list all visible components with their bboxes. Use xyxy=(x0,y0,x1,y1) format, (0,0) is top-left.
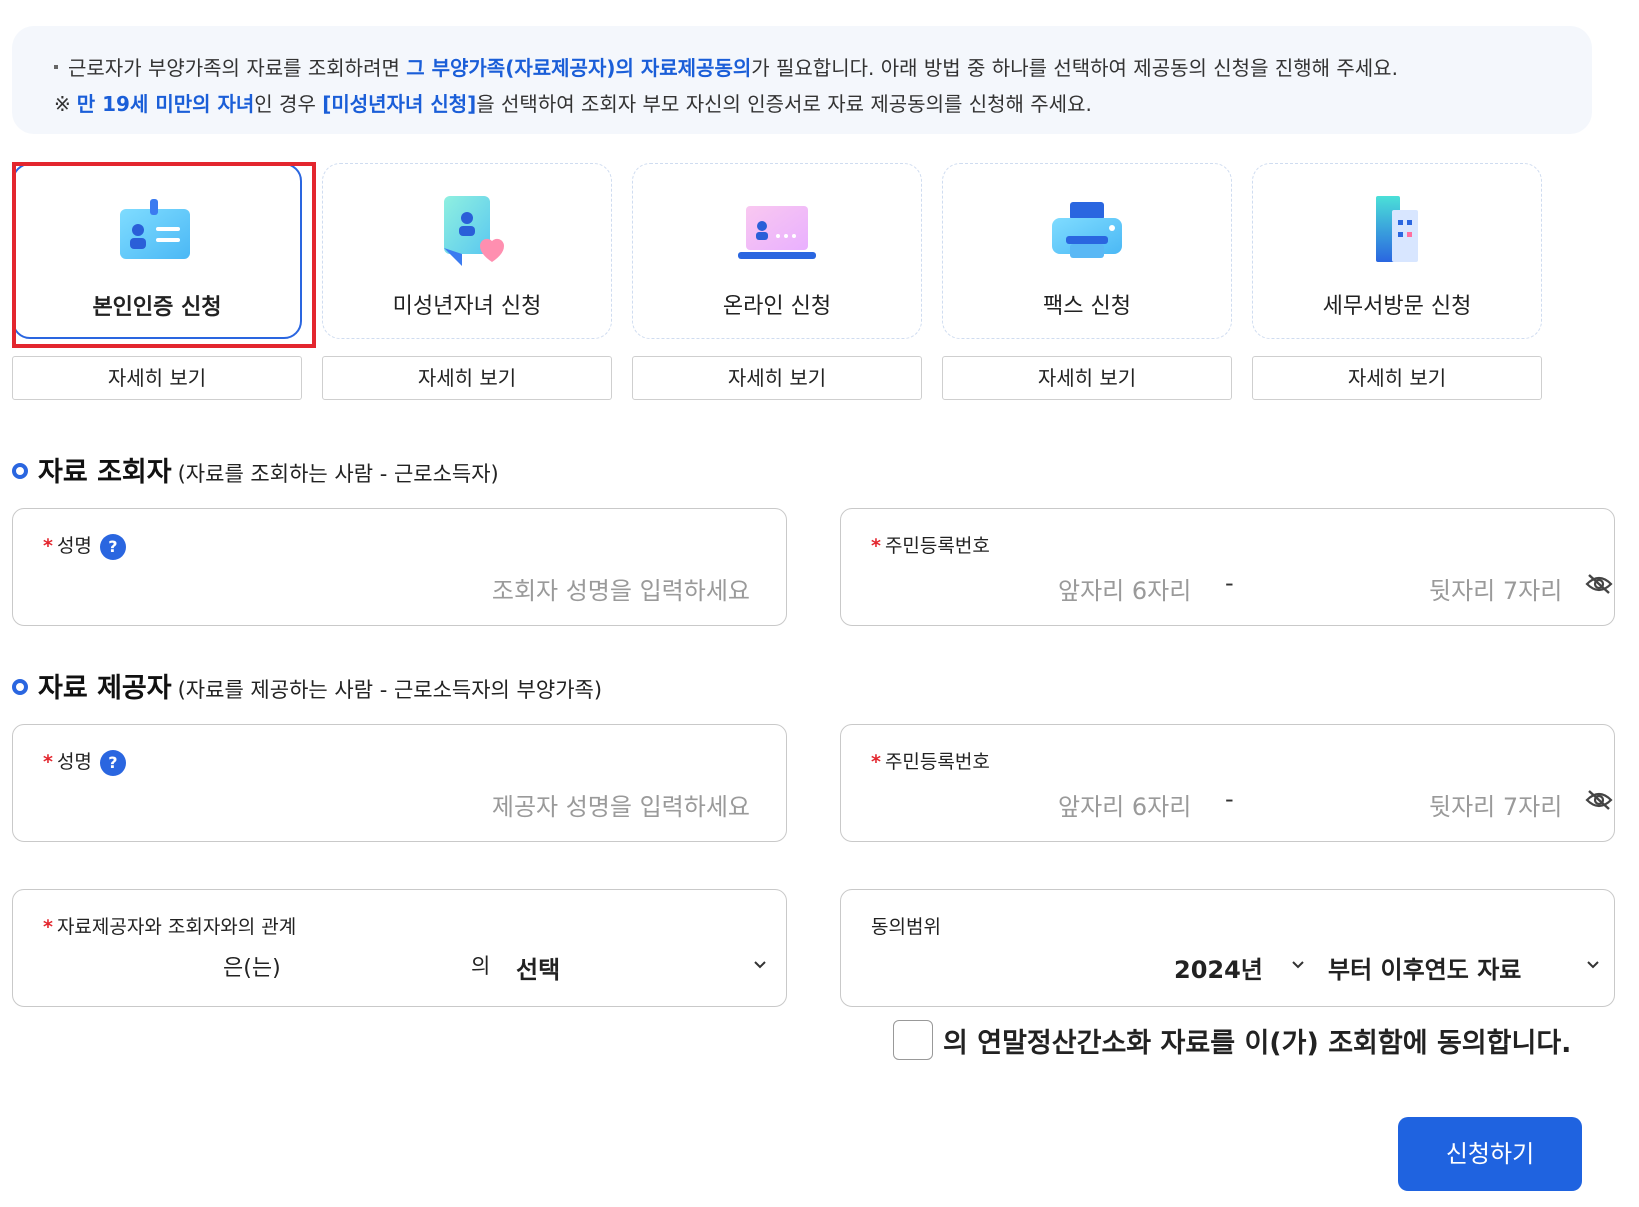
detail-button-identity-auth[interactable]: 자세히 보기 xyxy=(12,356,302,400)
card-minor-child[interactable]: 미성년자녀 신청 xyxy=(322,163,612,339)
required-mark: * xyxy=(43,916,53,938)
chevron-down-icon[interactable] xyxy=(1586,960,1600,970)
notice-emphasis: [미성년자녀 신청] xyxy=(322,92,477,116)
viewer-rrn-field[interactable]: * 주민등록번호 앞자리 6자리 - 뒷자리 7자리 xyxy=(840,508,1615,626)
section-subtitle: (자료를 조회하는 사람 - 근로소득자) xyxy=(177,462,499,486)
field-label: * 주민등록번호 xyxy=(871,531,990,558)
notice-text: 인 경우 xyxy=(254,92,316,116)
relation-suffix-possessive: 의 xyxy=(471,954,491,978)
notice-text: 근로자가 부양가족의 자료를 조회하려면 xyxy=(68,56,400,80)
viewer-rrn-back-input[interactable]: 뒷자리 7자리 xyxy=(1429,571,1562,606)
eye-slash-icon[interactable] xyxy=(1585,573,1613,595)
chevron-down-icon[interactable] xyxy=(1291,960,1305,970)
provider-name-field[interactable]: * 성명? 제공자 성명을 입력하세요 xyxy=(12,724,787,842)
provider-rrn-back-input[interactable]: 뒷자리 7자리 xyxy=(1429,787,1562,822)
section-heading: 자료 조회자 xyxy=(38,457,172,488)
viewer-section-title: 자료 조회자 (자료를 조회하는 사람 - 근로소득자) xyxy=(12,450,499,489)
notice-line-2: ※ 만 19세 미만의 자녀인 경우 [미성년자녀 신청]을 선택하여 조회자 부… xyxy=(40,86,1564,122)
viewer-name-input[interactable]: 조회자 성명을 입력하세요 xyxy=(492,571,750,606)
rrn-dash: - xyxy=(1225,569,1234,597)
range-select[interactable]: 부터 이후연도 자료 xyxy=(1328,950,1521,985)
label-text: 자료제공자와 조회자와의 관계 xyxy=(56,916,297,938)
notice-text: 을 선택하여 조회자 부모 자신의 인증서로 자료 제공동의를 신청해 주세요. xyxy=(476,92,1092,116)
ring-bullet-icon xyxy=(12,463,28,479)
card-tax-office-visit[interactable]: 세무서방문 신청 xyxy=(1252,163,1542,339)
detail-button-tax-office-visit[interactable]: 자세히 보기 xyxy=(1252,356,1542,400)
eye-slash-icon[interactable] xyxy=(1585,789,1613,811)
card-online[interactable]: 온라인 신청 xyxy=(632,163,922,339)
fax-printer-icon xyxy=(1052,202,1122,258)
building-icon xyxy=(1376,196,1418,262)
consent-scope-field[interactable]: 동의범위 2024년 부터 이후연도 자료 xyxy=(840,889,1615,1007)
card-label: 미성년자녀 신청 xyxy=(392,294,542,319)
field-label: * 자료제공자와 조회자와의 관계 xyxy=(43,912,296,939)
label-text: 주민등록번호 xyxy=(884,751,990,773)
provider-section-title: 자료 제공자 (자료를 제공하는 사람 - 근로소득자의 부양가족) xyxy=(12,666,602,705)
viewer-name-field[interactable]: * 성명? 조회자 성명을 입력하세요 xyxy=(12,508,787,626)
notice-emphasis: 만 19세 미만의 자녀 xyxy=(76,92,255,116)
agree-row: 의 연말정산간소화 자료를 이(가) 조회함에 동의합니다. xyxy=(893,1020,1571,1060)
card-label: 세무서방문 신청 xyxy=(1322,294,1472,319)
provider-rrn-field[interactable]: * 주민등록번호 앞자리 6자리 - 뒷자리 7자리 xyxy=(840,724,1615,842)
section-subtitle: (자료를 제공하는 사람 - 근로소득자의 부양가족) xyxy=(177,678,603,702)
id-card-icon xyxy=(120,199,190,259)
notice-emphasis: 그 부양가족(자료제공자)의 자료제공동의 xyxy=(406,56,752,80)
card-label: 온라인 신청 xyxy=(722,294,832,319)
provider-name-input[interactable]: 제공자 성명을 입력하세요 xyxy=(492,787,750,822)
agree-text: 의 연말정산간소화 자료를 이(가) 조회함에 동의합니다. xyxy=(943,1027,1572,1059)
label-text: 주민등록번호 xyxy=(884,535,990,557)
card-label: 본인인증 신청 xyxy=(92,295,222,320)
relation-select[interactable]: 선택 xyxy=(516,950,560,985)
chevron-down-icon[interactable] xyxy=(753,960,767,970)
provider-rrn-front-input[interactable]: 앞자리 6자리 xyxy=(1058,787,1191,822)
section-heading: 자료 제공자 xyxy=(38,673,172,704)
agree-checkbox[interactable] xyxy=(893,1020,933,1060)
label-text: 성명 xyxy=(56,751,92,773)
detail-button-fax[interactable]: 자세히 보기 xyxy=(942,356,1232,400)
field-label: * 주민등록번호 xyxy=(871,747,990,774)
help-icon[interactable]: ? xyxy=(99,749,126,776)
card-fax[interactable]: 팩스 신청 xyxy=(942,163,1232,339)
field-label: * 성명? xyxy=(43,531,126,560)
method-cards: 본인인증 신청 미성년자녀 신청 온라인 신청 팩스 신청 세무서방문 신청 자… xyxy=(12,163,1602,403)
child-heart-icon xyxy=(444,196,505,266)
bullet-dot xyxy=(54,65,58,69)
detail-button-minor-child[interactable]: 자세히 보기 xyxy=(322,356,612,400)
help-icon[interactable]: ? xyxy=(99,533,126,560)
viewer-rrn-front-input[interactable]: 앞자리 6자리 xyxy=(1058,571,1191,606)
detail-button-online[interactable]: 자세히 보기 xyxy=(632,356,922,400)
reference-mark: ※ xyxy=(54,92,71,116)
required-mark: * xyxy=(871,535,881,557)
card-label: 팩스 신청 xyxy=(1043,294,1131,319)
field-label: 동의범위 xyxy=(871,916,941,938)
required-mark: * xyxy=(43,751,53,773)
relation-field[interactable]: * 자료제공자와 조회자와의 관계 은(는) 의 선택 xyxy=(12,889,787,1007)
label-text: 성명 xyxy=(56,535,92,557)
submit-button[interactable]: 신청하기 xyxy=(1398,1117,1582,1191)
ring-bullet-icon xyxy=(12,679,28,695)
card-identity-auth[interactable]: 본인인증 신청 xyxy=(12,163,302,339)
field-label: * 성명? xyxy=(43,747,126,776)
laptop-icon xyxy=(738,206,816,259)
rrn-dash: - xyxy=(1225,785,1234,813)
notice-text: 가 필요합니다. 아래 방법 중 하나를 선택하여 제공동의 신청을 진행해 주… xyxy=(751,56,1398,80)
relation-suffix-subject: 은(는) xyxy=(223,956,281,981)
year-select[interactable]: 2024년 xyxy=(1174,950,1263,985)
notice-line-1: 근로자가 부양가족의 자료를 조회하려면 그 부양가족(자료제공자)의 자료제공… xyxy=(40,50,1564,86)
notice-box: 근로자가 부양가족의 자료를 조회하려면 그 부양가족(자료제공자)의 자료제공… xyxy=(12,26,1592,134)
required-mark: * xyxy=(43,535,53,557)
required-mark: * xyxy=(871,751,881,773)
